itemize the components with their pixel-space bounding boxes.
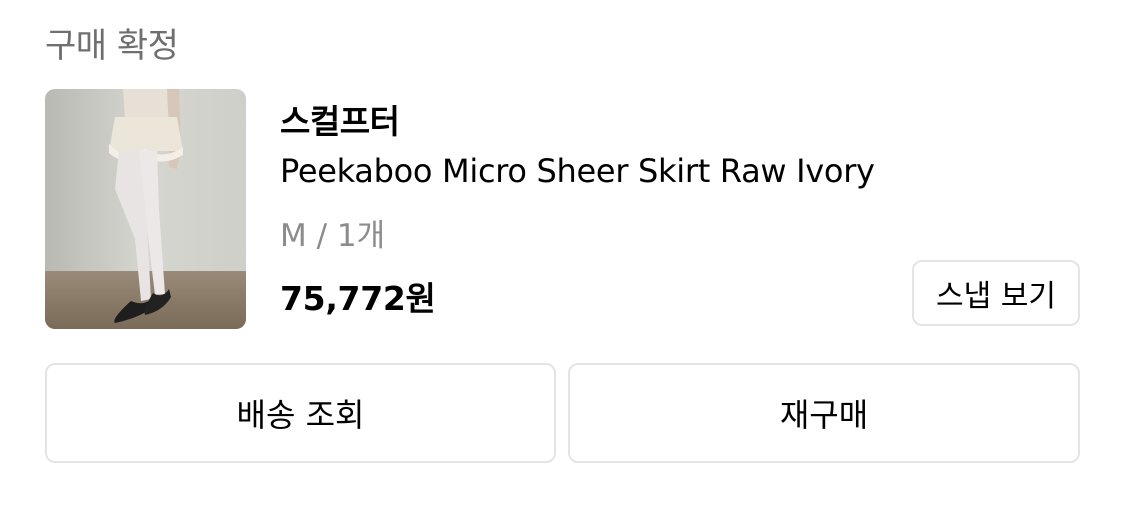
product-price: 75,772원 <box>280 279 436 318</box>
track-delivery-button[interactable]: 배송 조회 <box>45 363 556 463</box>
product-option: M / 1개 <box>280 218 386 254</box>
view-snap-button[interactable]: 스냅 보기 <box>912 260 1080 326</box>
product-photo-icon <box>45 89 246 329</box>
product-name[interactable]: Peekaboo Micro Sheer Skirt Raw Ivory <box>280 152 875 190</box>
product-thumbnail[interactable] <box>45 89 246 329</box>
brand-name[interactable]: 스컬프터 <box>280 95 400 143</box>
rebuy-button[interactable]: 재구매 <box>568 363 1080 463</box>
order-status-label: 구매 확정 <box>45 26 179 66</box>
